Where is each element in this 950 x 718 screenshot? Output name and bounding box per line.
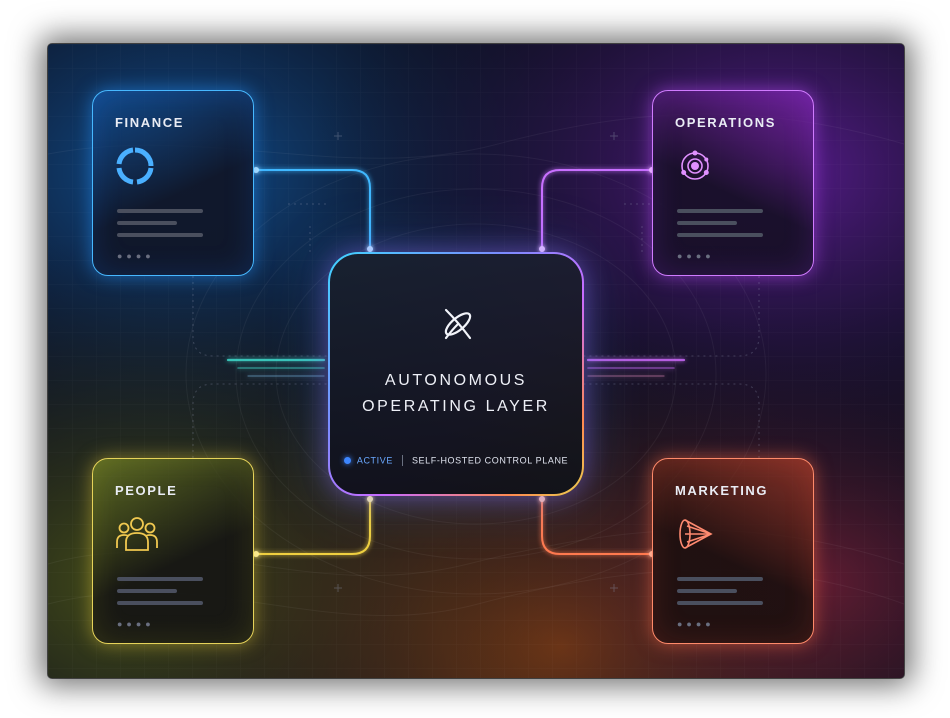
status-dot-icon: [343, 457, 351, 465]
placeholder-line: [117, 221, 177, 225]
operations-card[interactable]: OPERATIONS ●●●●: [652, 90, 814, 276]
finance-title: FINANCE: [115, 115, 184, 130]
placeholder-line: [677, 233, 763, 237]
diagram-canvas: FINANCE ●●●● OPERATIONS ●●●● PEOPLE ●●●●…: [48, 44, 904, 678]
users-group-icon: [116, 517, 158, 551]
status-label: ACTIVE: [356, 455, 393, 466]
operations-title: OPERATIONS: [675, 115, 776, 130]
placeholder-line: [677, 577, 763, 581]
divider: [401, 455, 403, 467]
more-dots-icon[interactable]: ●●●●: [677, 619, 715, 629]
pie-ring-icon: [116, 147, 154, 185]
placeholder-line: [117, 209, 203, 213]
people-card[interactable]: PEOPLE ●●●●: [92, 458, 254, 644]
status-row: ACTIVE SELF-HOSTED CONTROL PLANE: [330, 455, 582, 467]
placeholder-line: [677, 221, 737, 225]
center-title-line1: AUTONOMOUS: [384, 372, 528, 389]
placeholder-line: [677, 209, 763, 213]
center-title-line2: OPERATING LAYER: [362, 398, 550, 415]
more-dots-icon[interactable]: ●●●●: [117, 619, 155, 629]
cone-funnel-icon: [679, 519, 713, 549]
placeholder-line: [677, 589, 737, 593]
status-text: SELF-HOSTED CONTROL PLANE: [411, 455, 569, 466]
marketing-title: MARKETING: [675, 483, 769, 498]
placeholder-line: [677, 601, 763, 605]
placeholder-line: [117, 577, 203, 581]
more-dots-icon[interactable]: ●●●●: [677, 251, 715, 261]
placeholder-line: [117, 233, 203, 237]
orbit-x-logo-icon: [444, 308, 472, 340]
placeholder-line: [117, 601, 203, 605]
more-dots-icon[interactable]: ●●●●: [117, 251, 155, 261]
atom-orbit-icon: [681, 150, 709, 180]
autonomous-operating-layer-card[interactable]: AUTONOMOUS OPERATING LAYER ACTIVE SELF-HO…: [328, 252, 584, 496]
finance-card[interactable]: FINANCE ●●●●: [92, 90, 254, 276]
people-title: PEOPLE: [115, 483, 178, 498]
placeholder-line: [117, 589, 177, 593]
marketing-card[interactable]: MARKETING ●●●●: [652, 458, 814, 644]
